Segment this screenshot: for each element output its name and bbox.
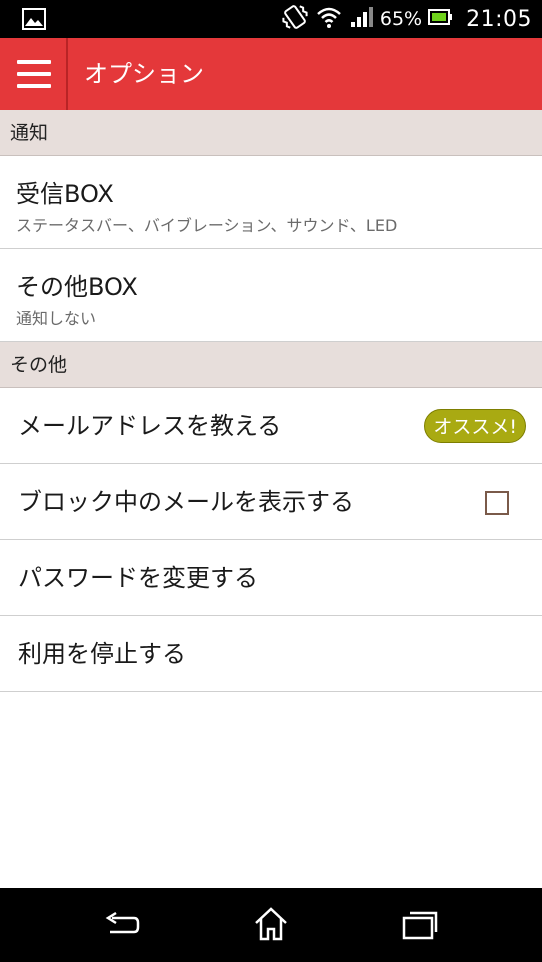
menu-button[interactable] xyxy=(0,38,66,110)
section-header-other: その他 xyxy=(0,342,542,388)
item-title: その他BOX xyxy=(16,273,138,301)
clock: 21:05 xyxy=(466,6,532,32)
list-item-stop-service[interactable]: 利用を停止する xyxy=(0,616,542,692)
home-icon[interactable] xyxy=(253,906,289,946)
item-title: メールアドレスを教える xyxy=(18,412,282,440)
signal-icon xyxy=(350,6,374,32)
divider xyxy=(66,38,68,110)
item-title: 利用を停止する xyxy=(18,640,186,668)
list-item-change-password[interactable]: パスワードを変更する xyxy=(0,540,542,616)
item-title: 受信BOX xyxy=(16,180,114,208)
settings-list: 通知 受信BOX ステータスバー、バイブレーション、サウンド、LED その他BO… xyxy=(0,110,542,692)
battery-percentage: 65% xyxy=(379,8,423,30)
navigation-bar xyxy=(0,888,542,962)
item-subtitle: ステータスバー、バイブレーション、サウンド、LED xyxy=(16,216,398,235)
list-item-tell-address[interactable]: メールアドレスを教える オススメ! xyxy=(0,388,542,464)
page-title: オプション xyxy=(84,60,204,88)
battery-icon xyxy=(428,9,453,29)
item-subtitle: 通知しない xyxy=(16,309,97,328)
show-blocked-checkbox[interactable] xyxy=(485,491,509,515)
action-bar: オプション xyxy=(0,38,542,110)
list-item-inbox[interactable]: 受信BOX ステータスバー、バイブレーション、サウンド、LED xyxy=(0,156,542,249)
list-item-show-blocked[interactable]: ブロック中のメールを表示する xyxy=(0,464,542,540)
back-icon[interactable] xyxy=(100,910,140,944)
status-bar: 65% 21:05 xyxy=(0,0,542,38)
vibrate-icon xyxy=(280,3,310,35)
section-header-notify: 通知 xyxy=(0,110,542,156)
gallery-icon xyxy=(22,8,46,34)
recent-apps-icon[interactable] xyxy=(402,910,438,944)
item-title: パスワードを変更する xyxy=(18,564,258,592)
item-title: ブロック中のメールを表示する xyxy=(18,488,354,516)
recommend-badge: オススメ! xyxy=(424,409,526,443)
list-item-other-box[interactable]: その他BOX 通知しない xyxy=(0,249,542,342)
wifi-icon xyxy=(316,5,342,33)
